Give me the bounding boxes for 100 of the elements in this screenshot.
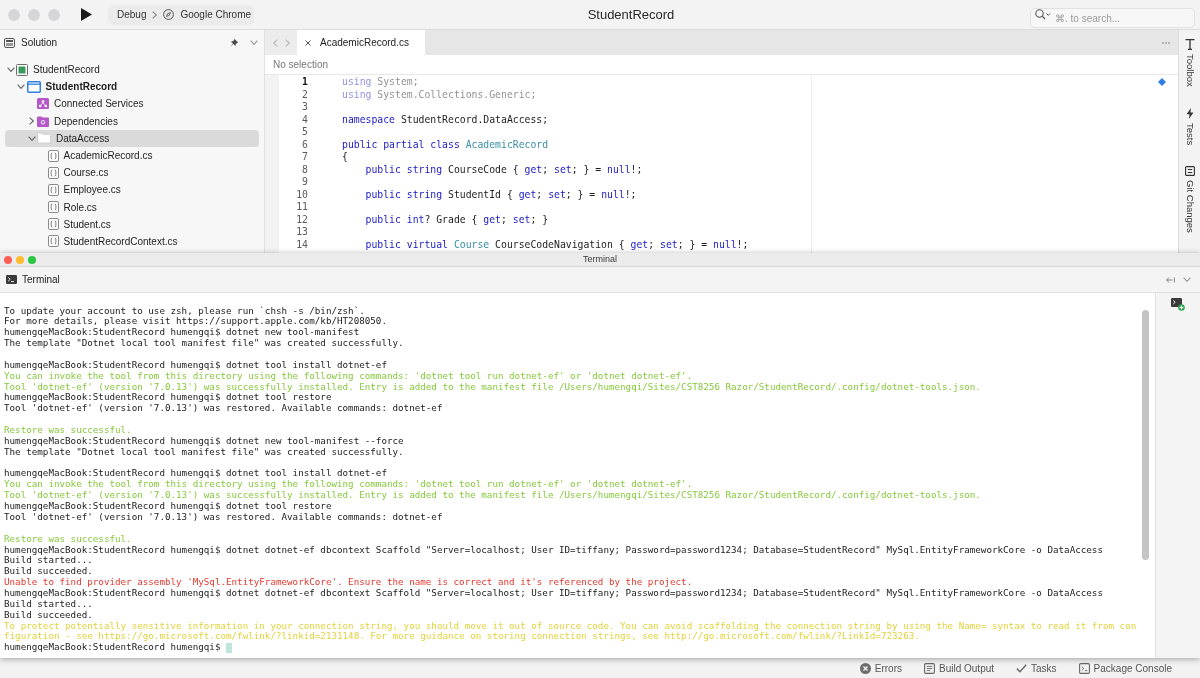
code-line: public string StudentId { get; set; } = null!;	[364, 188, 637, 202]
chevron-down-icon	[249, 40, 258, 45]
back-button[interactable]	[272, 38, 278, 47]
console-icon	[1078, 662, 1090, 674]
sidebar-icon	[4, 37, 15, 48]
terminal-line: You can invoke the tool from this directory using the following commands: 'dotnet tool run dotnet-ef' or 'dotnet dotnet-ef'.	[4, 370, 693, 382]
chevron-down-icon	[1182, 277, 1191, 282]
window-icon	[26, 80, 41, 93]
code-line: public string CourseCode { get; set; } = null!;	[364, 163, 643, 177]
panel-title: Terminal	[22, 273, 60, 287]
window-title: Terminal	[583, 253, 617, 266]
terminal-line: figuration - see https://go.microsoft.com/fwlink/?linkid=2131148. For more guidance on storing connection strings, see http://go.microsoft.com/fwlink/?LinkId=723263.	[4, 631, 920, 643]
side-panel-tab[interactable]: Git Changes	[1182, 165, 1197, 233]
close-button[interactable]	[4, 255, 12, 264]
code-line: using System;	[342, 76, 419, 89]
status-bar-button[interactable]: Build Output	[924, 660, 995, 676]
terminal-line: Build succeeded.	[4, 566, 93, 578]
tree-item[interactable]: StudentRecord	[5, 61, 259, 79]
window-title: StudentRecord	[587, 5, 675, 24]
line-number: 10	[296, 188, 308, 202]
list-box-icon	[1184, 165, 1195, 176]
forward-button[interactable]	[284, 38, 290, 47]
code-line: public virtual Course CourseCodeNavigation { get; set; } = null!;	[364, 238, 749, 252]
ellipsis-icon	[1162, 41, 1170, 44]
terminal-line: Build started...	[4, 598, 93, 610]
tree-item[interactable]: Employee.cs	[5, 181, 259, 199]
panel-options-button[interactable]	[249, 38, 258, 47]
arrow-left-icon	[1165, 276, 1175, 283]
search-field[interactable]: ⌘. to search...	[1030, 8, 1195, 28]
status-bar-button[interactable]: Errors	[859, 660, 902, 676]
line-number: 7	[302, 151, 308, 164]
terminal-line: Tool 'dotnet-ef' (version '7.0.13') was successfully installed. Entry is added to the manifest file /Users/humengqi/Sites/CST8256 Razor/StudentRecord/.config/dotnet-tools.json.	[4, 490, 981, 502]
tree-item[interactable]: AcademicRecord.cs	[5, 146, 259, 165]
new-terminal-button[interactable]	[1171, 298, 1185, 311]
tree-item[interactable]: DataAccess	[5, 129, 259, 147]
tree-item[interactable]: StudentRecordContext.cs	[5, 232, 259, 251]
code-line: namespace StudentRecord.DataAccess;	[342, 113, 549, 127]
chevron-left-icon	[272, 38, 278, 47]
code-line: public int? Grade { get; set; }	[364, 213, 549, 227]
terminal-line: The template "Dotnet local tool manifest file" was created successfully.	[4, 338, 404, 350]
terminal-line: Tool 'dotnet-ef' (version '7.0.13') was successfully installed. Entry is added to the manifest file /Users/humengqi/Sites/CST8256 Razor/StudentRecord/.config/dotnet-tools.json.	[4, 381, 981, 393]
terminal-line: humengqeMacBook:StudentRecord humengqi$	[4, 642, 221, 654]
search-icon	[1035, 9, 1051, 20]
terminal-line: Restore was successful.	[4, 533, 132, 545]
play-icon	[80, 8, 92, 21]
zoom-button[interactable]	[48, 8, 60, 21]
chevron-right-icon	[284, 38, 290, 47]
tree-item[interactable]: Student.cs	[5, 215, 259, 233]
minimize-button[interactable]	[28, 8, 40, 21]
terminal-line: For more details, please visit https://support.apple.com/kb/HT208050.	[4, 316, 387, 328]
code-file-icon	[47, 183, 59, 196]
line-number: 14	[296, 238, 308, 252]
tree-item[interactable]: Dependencies	[5, 112, 259, 130]
code-file-icon	[47, 166, 59, 179]
tree-item[interactable]: StudentRecord	[5, 78, 259, 96]
scrollbar[interactable]	[1142, 310, 1149, 560]
terminal-line: humengqeMacBook:StudentRecord humengqi$ dotnet dotnet-ef dbcontext Scaffold "Server=localhost; User ID=tiffany; Password=password1234; Database=StudentRecord" MySql.EntityFrameworkCore -o DataAccess	[4, 544, 1103, 556]
run-configuration-selector[interactable]: Debug Google Chrome	[108, 4, 254, 25]
pin-button[interactable]	[230, 38, 239, 47]
package-folder-icon	[37, 115, 49, 127]
terminal-plus-icon	[1171, 298, 1185, 311]
tree-item[interactable]: Connected Services	[5, 95, 259, 113]
terminal-line: humengqeMacBook:StudentRecord humengqi$ dotnet new tool-manifest	[4, 327, 360, 339]
line-number: 8	[302, 163, 308, 177]
tree-item[interactable]: Role.cs	[5, 198, 259, 216]
line-number: 13	[296, 226, 308, 239]
terminal-line: You can invoke the tool from this directory using the following commands: 'dotnet tool run dotnet-ef' or 'dotnet dotnet-ef'.	[4, 479, 693, 491]
solution-icon	[16, 63, 28, 76]
panel-title: Solution	[21, 36, 58, 50]
check-icon	[1016, 663, 1028, 673]
zoom-button[interactable]	[28, 255, 36, 264]
close-button[interactable]	[8, 8, 20, 21]
code-line: using System.Collections.Generic;	[342, 88, 537, 102]
line-number: 5	[302, 126, 308, 139]
code-file-icon	[47, 149, 59, 162]
tree-item[interactable]: Course.cs	[5, 164, 259, 182]
line-number: 11	[296, 201, 308, 214]
terminal-line: Tool 'dotnet-ef' (version '7.0.13') was restored. Available commands: dotnet-ef	[4, 403, 443, 415]
line-number: 1	[302, 76, 308, 89]
terminal-line: To protect potentially sensitive information in your connection string, you should move it out of source code. You can avoid scaffolding the connection string by using the Name= syntax to read it from con	[4, 620, 1137, 632]
line-number: 4	[302, 113, 308, 127]
terminal-line: Tool 'dotnet-ef' (version '7.0.13') was restored. Available commands: dotnet-ef	[4, 511, 443, 523]
editor-tab[interactable]: AcademicRecord.cs	[297, 30, 425, 55]
line-number: 6	[302, 138, 308, 152]
run-button[interactable]	[79, 6, 93, 23]
code-line: {	[342, 151, 348, 164]
compass-icon	[163, 9, 175, 20]
status-bar-button[interactable]: Tasks	[1016, 660, 1057, 676]
lightning-icon	[1185, 107, 1194, 119]
side-panel-tab[interactable]: Tests	[1182, 107, 1197, 145]
terminal-line: The template "Dotnet local tool manifest file" was created successfully.	[4, 446, 404, 458]
line-number: 9	[302, 176, 308, 189]
code-file-icon	[47, 201, 59, 214]
line-number: 2	[302, 88, 308, 102]
dock-button[interactable]	[1165, 275, 1175, 284]
status-bar-button[interactable]: Package Console	[1078, 660, 1172, 676]
terminal-line: humengqeMacBook:StudentRecord humengqi$ dotnet tool install dotnet-ef	[4, 359, 387, 371]
side-panel-tab[interactable]: Toolbox	[1182, 39, 1197, 87]
minimize-button[interactable]	[16, 255, 24, 264]
pad-options-button[interactable]	[1182, 275, 1191, 284]
